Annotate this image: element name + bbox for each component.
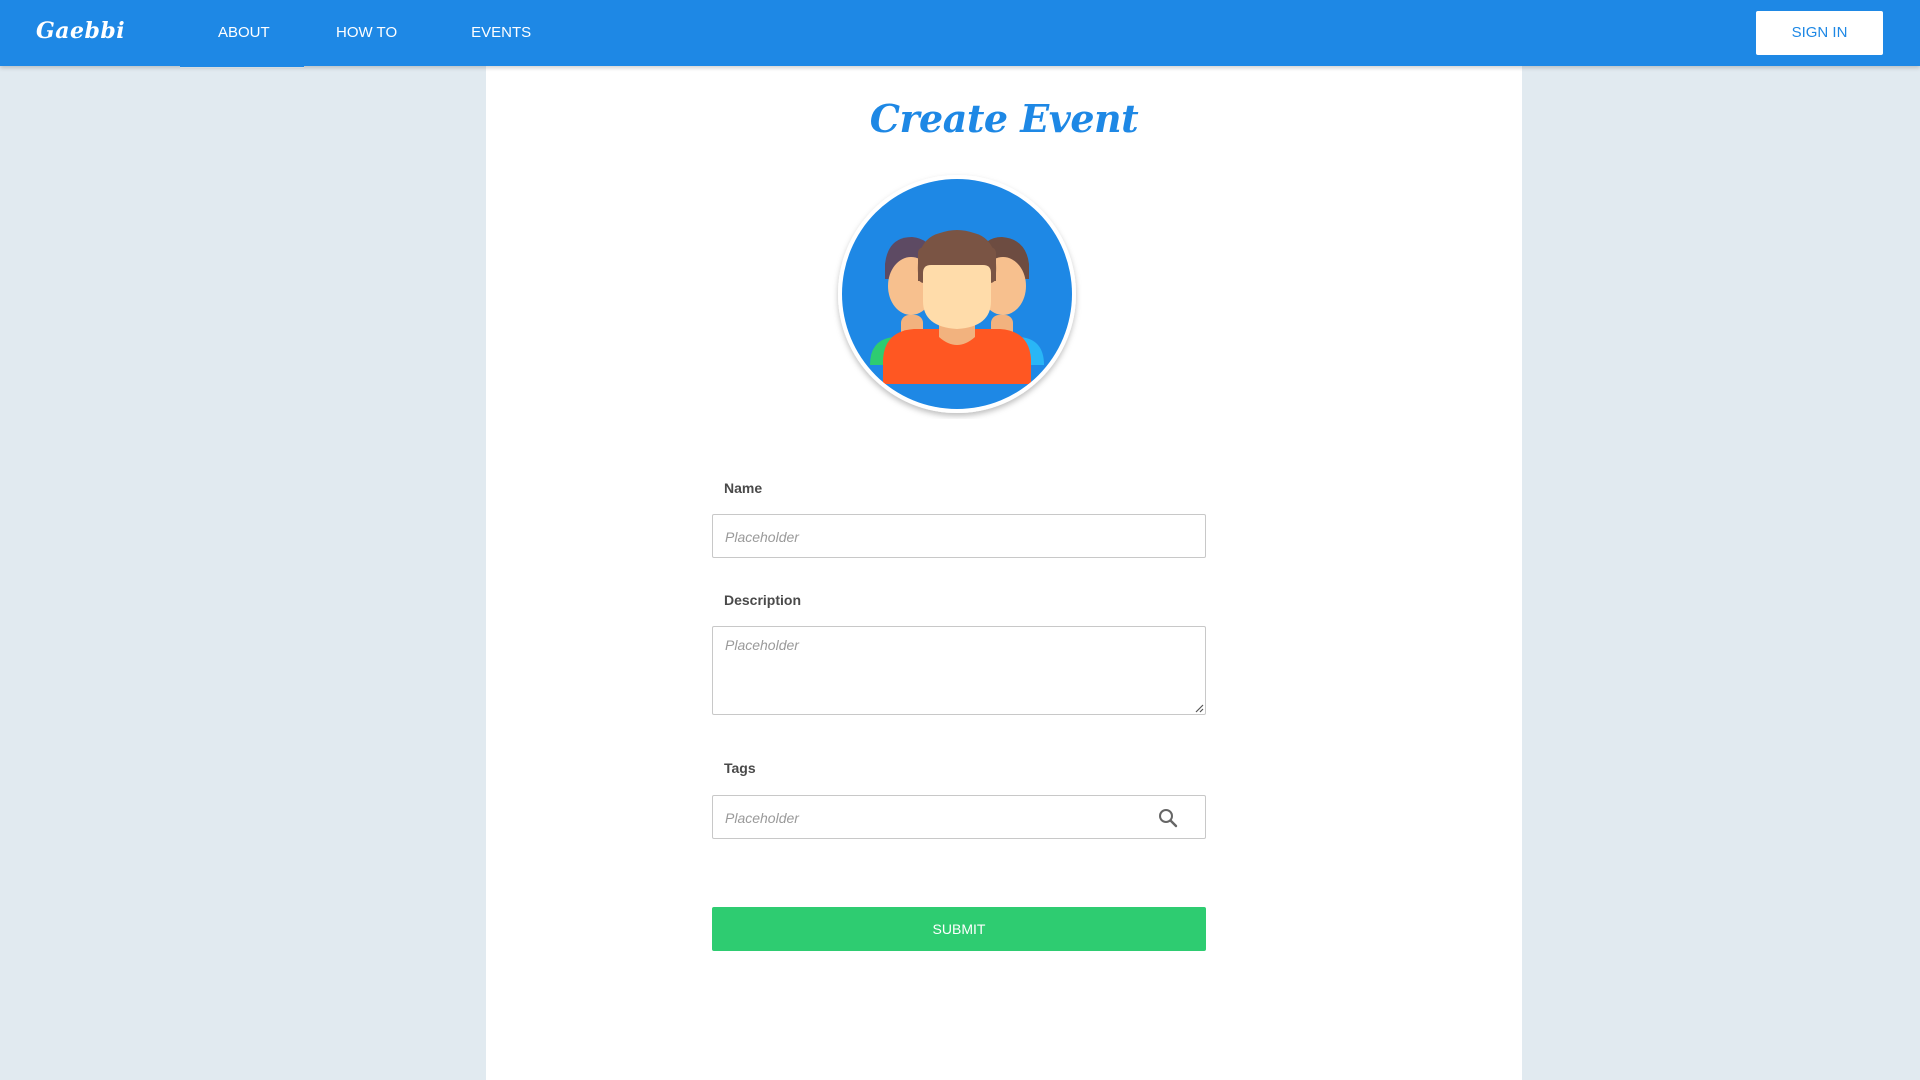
tags-input[interactable]: Placeholder [712,795,1206,839]
create-event-card: Create Event Name Placeholder Descriptio… [486,66,1522,1080]
description-textarea[interactable]: Placeholder [712,626,1206,715]
nav-item-events[interactable]: EVENTS [434,0,568,66]
page-title: Create Event [869,96,1139,141]
name-input[interactable]: Placeholder [712,514,1206,558]
tags-label: Tags [724,760,756,776]
top-navbar: Gaebbi ABOUT HOW TO EVENTS SIGN IN [0,0,1920,67]
brand-logo[interactable]: Gaebbi [36,18,125,44]
sign-in-button[interactable]: SIGN IN [1756,11,1883,55]
name-label: Name [724,480,763,496]
nav-menu: ABOUT HOW TO EVENTS [180,0,568,67]
group-people-icon [832,169,1082,419]
nav-item-how-to[interactable]: HOW TO [304,0,434,66]
search-icon[interactable] [1157,807,1179,829]
submit-button[interactable]: SUBMIT [712,907,1206,951]
nav-item-about[interactable]: ABOUT [180,0,304,67]
tags-placeholder: Placeholder [725,810,799,826]
description-placeholder: Placeholder [725,637,799,653]
name-placeholder: Placeholder [725,529,799,545]
description-label: Description [724,592,802,608]
resize-handle-icon[interactable] [1194,703,1204,713]
